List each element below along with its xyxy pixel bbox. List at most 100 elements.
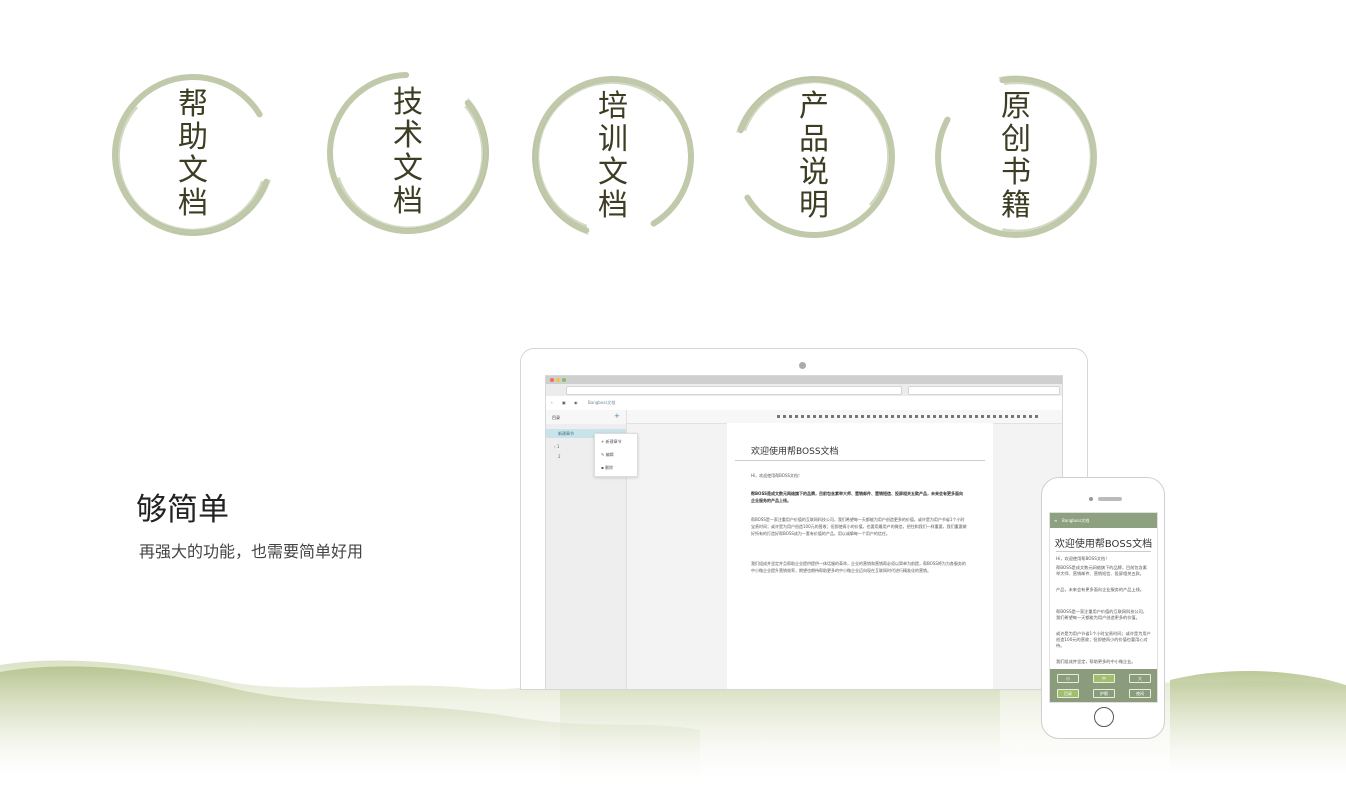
sidebar-item-1[interactable]: › 1 [554, 444, 559, 449]
toolbar-tool-icon[interactable] [843, 415, 846, 418]
toolbar-tool-icon[interactable] [951, 415, 954, 418]
toolbar-tool-icon[interactable] [909, 415, 912, 418]
toolbar-tool-icon[interactable] [969, 415, 972, 418]
category-label-char: 文 [393, 151, 423, 186]
browser-search-box[interactable] [908, 386, 1060, 395]
toolbar-tool-icon[interactable] [879, 415, 882, 418]
doc-paragraph-1: Hi，欢迎使用帮BOSS文档！ [751, 473, 803, 478]
font-medium-button[interactable]: 中 [1093, 674, 1115, 683]
toolbar-tool-icon[interactable] [819, 415, 822, 418]
toolbar-tool-icon[interactable] [981, 415, 984, 418]
toolbar-tool-icon[interactable] [987, 415, 990, 418]
toolbar-tool-icon[interactable] [933, 415, 936, 418]
context-menu-edit[interactable]: ✎ 编辑 [601, 452, 614, 458]
category-training[interactable]: 培训文档 [528, 72, 698, 242]
toolbar-tool-icon[interactable] [999, 415, 1002, 418]
doc-paragraph-3: 帮BOSS是一家注重用户价值的互联网科技公司，我们希望每一天都能为用户创造更多的… [751, 517, 967, 536]
toolbar-tool-icon[interactable] [807, 415, 810, 418]
toolbar-tool-icon[interactable] [777, 415, 780, 418]
toolbar-tool-icon[interactable] [915, 415, 918, 418]
toolbar-tool-icon[interactable] [867, 415, 870, 418]
category-help[interactable]: 帮助文档 [108, 70, 278, 240]
night-mode-button[interactable]: 夜间 [1129, 689, 1151, 698]
reading-settings-panel: 小 中 大 目录 护眼 夜间 [1050, 669, 1157, 702]
category-tech[interactable]: 技术文档 [323, 68, 493, 238]
toolbar-tool-icon[interactable] [801, 415, 804, 418]
font-large-button[interactable]: 大 [1129, 674, 1151, 683]
save-icon[interactable]: ▣ [562, 400, 566, 405]
app-header: ‹ ▣ ◉ Bangboss文档 [546, 396, 1062, 411]
phone-paragraph-2: 帮BOSS是成文数元网络旗下的品牌，目前包含素举大师、营销邮件、营销短信、投屏相… [1056, 565, 1147, 576]
phone-app-header: ≡ Bangboss文档 [1050, 513, 1157, 528]
category-label-char: 术 [393, 118, 423, 153]
toolbar-tool-icon[interactable] [783, 415, 786, 418]
toolbar-tool-icon[interactable] [939, 415, 942, 418]
toolbar-tool-icon[interactable] [825, 415, 828, 418]
toolbar-tool-icon[interactable] [849, 415, 852, 418]
category-label: 帮助文档 [108, 88, 278, 220]
close-icon[interactable] [550, 378, 554, 382]
font-small-button[interactable]: 小 [1057, 674, 1079, 683]
doc-paragraph-4: 我们组成并坚定并且帮助企业提供提供一体话服的革命，企业的营销和营销帮必须以简单为… [751, 561, 966, 573]
category-label-char: 创 [1001, 122, 1031, 157]
toolbar-tool-icon[interactable] [891, 415, 894, 418]
phone-paragraph-4: 帮BOSS是一家注重用户价值的互联网科技公司，我们希望每一天都能为用户创造更多的… [1056, 609, 1147, 620]
category-product[interactable]: 产品说明 [729, 72, 899, 242]
catalog-button[interactable]: 目录 [1057, 689, 1079, 698]
menu-icon[interactable]: ≡ [1054, 518, 1057, 523]
toolbar-tool-icon[interactable] [813, 415, 816, 418]
phone-paragraph-5: 或许是为用户节省1个小时宝贵时间；或许是为用户创造100元的营收；但即使再小的价… [1056, 631, 1151, 648]
category-label: 原创书籍 [931, 90, 1101, 222]
sidebar-header: 目录 + [546, 410, 626, 424]
maximize-icon[interactable] [562, 378, 566, 382]
phone-mockup: ≡ Bangboss文档 欢迎使用帮BOSS文档 Hi，欢迎使用帮BOSS文档！… [1041, 477, 1165, 739]
minimize-icon[interactable] [556, 378, 560, 382]
toolbar-tool-icon[interactable] [1011, 415, 1014, 418]
toolbar-tool-icon[interactable] [855, 415, 858, 418]
toolbar-tool-icon[interactable] [963, 415, 966, 418]
toolbar-tool-icon[interactable] [861, 415, 864, 418]
category-label-char: 书 [1001, 155, 1031, 190]
category-label: 培训文档 [528, 90, 698, 222]
toolbar-tool-icon[interactable] [927, 415, 930, 418]
back-icon[interactable]: ‹ [551, 400, 553, 405]
address-bar[interactable] [566, 386, 902, 395]
toolbar-tool-icon[interactable] [873, 415, 876, 418]
phone-paragraph-1: Hi，欢迎使用帮BOSS文档！ [1056, 556, 1110, 561]
title-divider [735, 460, 985, 461]
context-menu-delete[interactable]: ▪ 删除 [601, 465, 613, 471]
phone-camera [1089, 497, 1093, 501]
toolbar-tool-icon[interactable] [789, 415, 792, 418]
category-original[interactable]: 原创书籍 [931, 72, 1101, 242]
toolbar-tool-icon[interactable] [795, 415, 798, 418]
laptop-screen: ‹ ▣ ◉ Bangboss文档 目录 + 新建章节 › 1 2 + 新建章节 … [545, 375, 1063, 689]
document-page[interactable]: 欢迎使用帮BOSS文档 Hi，欢迎使用帮BOSS文档！ 帮BOSS是成文数元网络… [727, 423, 993, 689]
phone-paragraph-6: 我们组成并坚定，帮助更多的中小微企业。 [1056, 659, 1136, 664]
phone-screen: ≡ Bangboss文档 欢迎使用帮BOSS文档 Hi，欢迎使用帮BOSS文档！… [1049, 512, 1158, 703]
toolbar-tool-icon[interactable] [1035, 415, 1038, 418]
category-label-char: 产 [799, 89, 829, 124]
eye-care-button[interactable]: 护眼 [1093, 689, 1115, 698]
toolbar-tool-icon[interactable] [903, 415, 906, 418]
toolbar-tool-icon[interactable] [897, 415, 900, 418]
toolbar-tool-icon[interactable] [993, 415, 996, 418]
home-button[interactable] [1094, 707, 1114, 727]
toolbar-tool-icon[interactable] [1005, 415, 1008, 418]
catalog-sidebar: 目录 + 新建章节 › 1 2 + 新建章节 ✎ 编辑 ▪ 删除 [546, 410, 638, 689]
phone-speaker [1098, 497, 1122, 501]
toolbar-tool-icon[interactable] [957, 415, 960, 418]
toolbar-tool-icon[interactable] [1029, 415, 1032, 418]
toolbar-tool-icon[interactable] [945, 415, 948, 418]
toolbar-tool-icon[interactable] [975, 415, 978, 418]
add-chapter-icon[interactable]: + [614, 412, 620, 420]
toolbar-tool-icon[interactable] [921, 415, 924, 418]
context-menu-new-chapter[interactable]: + 新建章节 [601, 439, 622, 445]
toolbar-tool-icon[interactable] [1023, 415, 1026, 418]
sidebar-item-2[interactable]: 2 [558, 454, 561, 459]
category-label-char: 档 [598, 188, 628, 223]
toolbar-tool-icon[interactable] [831, 415, 834, 418]
toolbar-tool-icon[interactable] [1017, 415, 1020, 418]
toolbar-tool-icon[interactable] [837, 415, 840, 418]
toolbar-tool-icon[interactable] [885, 415, 888, 418]
preview-icon[interactable]: ◉ [574, 400, 578, 405]
